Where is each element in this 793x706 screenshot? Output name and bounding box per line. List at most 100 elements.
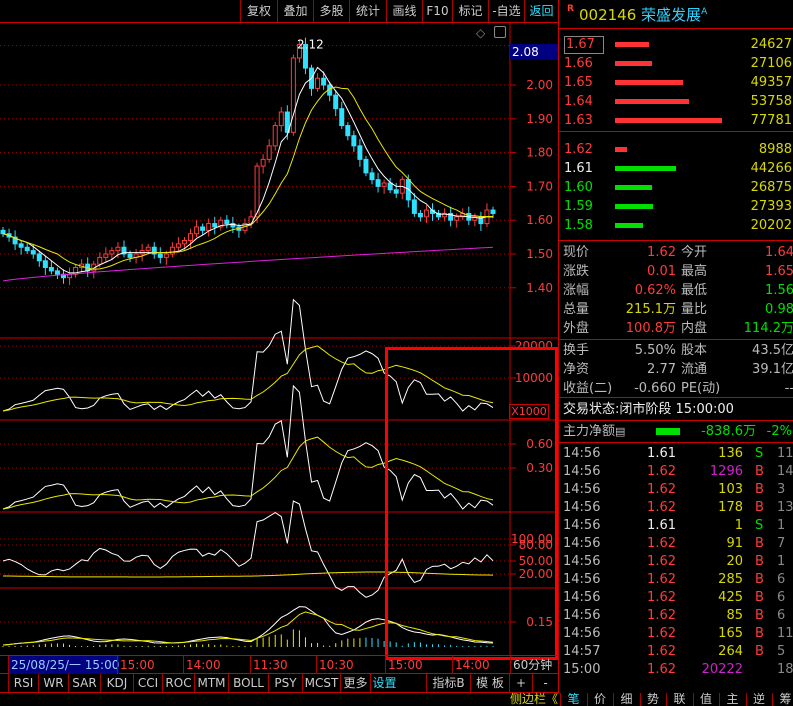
- trade-price: 1.62: [647, 608, 676, 623]
- quote-label: 内盘: [681, 321, 708, 336]
- trade-status: 交易状态:闭市阶段 15:00:00: [563, 402, 734, 417]
- trade-price: 1.61: [647, 446, 676, 461]
- candle: [151, 242, 157, 259]
- toolbar-button-8[interactable]: 返回: [524, 0, 558, 22]
- stock-code: 002146: [579, 6, 637, 24]
- high-price-label: 2.12: [297, 37, 324, 51]
- period-selector[interactable]: 60分钟: [510, 656, 552, 674]
- trade-volume: 1296: [709, 464, 743, 479]
- ask-row[interactable]: 1.65 49357: [559, 73, 793, 92]
- trade-count: 183: [777, 662, 793, 677]
- toolbar-button-3[interactable]: 统计: [349, 0, 386, 22]
- indicator-tab-8[interactable]: PSY: [268, 674, 302, 693]
- trade-row: 15:00 1.62 20222 183: [559, 660, 793, 679]
- ind4-ma-line: [2, 611, 494, 646]
- toolbar-button-2[interactable]: 多股: [313, 0, 349, 22]
- trade-volume: 285: [718, 572, 743, 587]
- list-icon[interactable]: ▤: [615, 425, 625, 438]
- fund-label: 净资: [563, 362, 590, 377]
- bid-row[interactable]: 1.58 20202: [559, 216, 793, 235]
- trade-row: 14:56 1.62 20 B 1: [559, 552, 793, 571]
- current-price-marker: 2.08: [510, 44, 558, 60]
- trade-row: 14:56 1.61 1 S 1: [559, 516, 793, 535]
- bid-row[interactable]: 1.59 27393: [559, 197, 793, 216]
- indicator-tab-12[interactable]: 指标B: [426, 674, 470, 693]
- indicator-tab-2[interactable]: SAR: [68, 674, 100, 693]
- sidebar-tab-7[interactable]: 逆: [745, 693, 772, 706]
- quote-row: 总量 215.1万 量比 0.98: [559, 300, 793, 319]
- ask-row[interactable]: 1.66 27106: [559, 54, 793, 73]
- sidebar-tabs: 侧边栏《笔价细势联值主逆筹: [0, 693, 793, 706]
- ask-volume: 24627: [750, 37, 792, 52]
- toolbar-button-6[interactable]: 标记: [452, 0, 488, 22]
- trade-time: 14:56: [563, 518, 601, 533]
- sidebar-tab-4[interactable]: 联: [666, 693, 692, 706]
- quote-row: 外盘 100.8万 内盘 114.2万: [559, 319, 793, 338]
- candle: [73, 264, 79, 278]
- bid-row[interactable]: 1.62 8988: [559, 140, 793, 159]
- trade-time: 14:56: [563, 608, 601, 623]
- trade-side: B: [755, 554, 764, 569]
- sidebar-tab-2[interactable]: 细: [613, 693, 639, 706]
- trade-count: 7: [777, 536, 786, 551]
- indicator-tab-14[interactable]: +: [509, 674, 532, 693]
- candle: [290, 54, 296, 136]
- candle: [436, 210, 442, 221]
- indicator-tab-6[interactable]: MTM: [194, 674, 228, 693]
- sidebar-tab-1[interactable]: 价: [586, 693, 613, 706]
- sidebar-tab-0[interactable]: 笔: [560, 693, 586, 706]
- trade-price: 1.62: [647, 500, 676, 515]
- ma-long-line: [2, 246, 494, 282]
- trade-side: B: [755, 572, 764, 587]
- indicator-tab-15[interactable]: -: [532, 674, 558, 693]
- ask-row[interactable]: 1.67 24627: [559, 35, 793, 54]
- indicator-tab-1[interactable]: WR: [38, 674, 68, 693]
- candle: [339, 101, 345, 129]
- axis-tick-label: 1.60: [526, 213, 553, 227]
- indicator-tab-3[interactable]: KDJ: [100, 674, 133, 693]
- quote-row: 涨跌 0.01 最高 1.65: [559, 262, 793, 281]
- indicator-tab-10[interactable]: 更多: [340, 674, 370, 693]
- ask-row[interactable]: 1.63 77781: [559, 111, 793, 130]
- toolbar-button-7[interactable]: -自选: [488, 0, 524, 22]
- candle: [206, 218, 212, 237]
- indicator-tab-4[interactable]: CCI: [133, 674, 162, 693]
- axis-tick-label: 1.50: [526, 247, 553, 261]
- candle: [315, 73, 321, 92]
- indicator-tab-5[interactable]: ROC: [162, 674, 194, 693]
- trade-price: 1.62: [647, 572, 676, 587]
- ind3-line: [2, 500, 494, 598]
- axis-tick-label: 10000: [515, 371, 553, 385]
- quote-value: 1.62: [647, 245, 676, 260]
- quote-label: 最高: [681, 264, 708, 279]
- time-axis: 25/08/25/一 15:00 15:00 14:00 11:30 10:30 15:0…: [0, 655, 558, 674]
- quote-value: 0.98: [765, 302, 793, 317]
- ask-row[interactable]: 1.64 53758: [559, 92, 793, 111]
- indicator-tab-13[interactable]: 模 板: [470, 674, 509, 693]
- trade-count: 6: [777, 572, 786, 587]
- toolbar-button-5[interactable]: F10: [422, 0, 452, 22]
- kline-chart[interactable]: 2.00 1.90 1.80 1.70 1.60 1.50 1.40 20000 10000 0.…: [0, 23, 558, 655]
- trade-row: 14:56 1.61 136 S 11: [559, 444, 793, 463]
- sidebar-tab-5[interactable]: 值: [692, 693, 719, 706]
- bid-row[interactable]: 1.60 26875: [559, 178, 793, 197]
- sidebar-tab-8[interactable]: 筹: [772, 693, 793, 706]
- quote-value: 1.64: [765, 245, 793, 260]
- trade-time: 14:56: [563, 626, 601, 641]
- candle: [200, 223, 206, 236]
- sidebar-tab-3[interactable]: 势: [639, 693, 666, 706]
- bid-price: 1.60: [564, 180, 593, 195]
- indicator-tab-7[interactable]: BOLL: [228, 674, 268, 693]
- bid-row[interactable]: 1.61 44266: [559, 159, 793, 178]
- toolbar-button-4[interactable]: 画线: [386, 0, 422, 22]
- toolbar-button-0[interactable]: 复权: [240, 0, 277, 22]
- candle: [18, 240, 24, 255]
- quote-label: 今开: [681, 245, 708, 260]
- time-label: 11:30: [250, 656, 288, 674]
- sidebar-tab-6[interactable]: 主: [719, 693, 745, 706]
- indicator-tab-0[interactable]: RSI: [8, 674, 38, 693]
- indicator-tab-9[interactable]: MCST: [302, 674, 340, 693]
- sidebar-toggle[interactable]: 侧边栏《: [508, 693, 560, 706]
- indicator-tab-11[interactable]: 设置: [370, 674, 398, 693]
- toolbar-button-1[interactable]: 叠加: [277, 0, 313, 22]
